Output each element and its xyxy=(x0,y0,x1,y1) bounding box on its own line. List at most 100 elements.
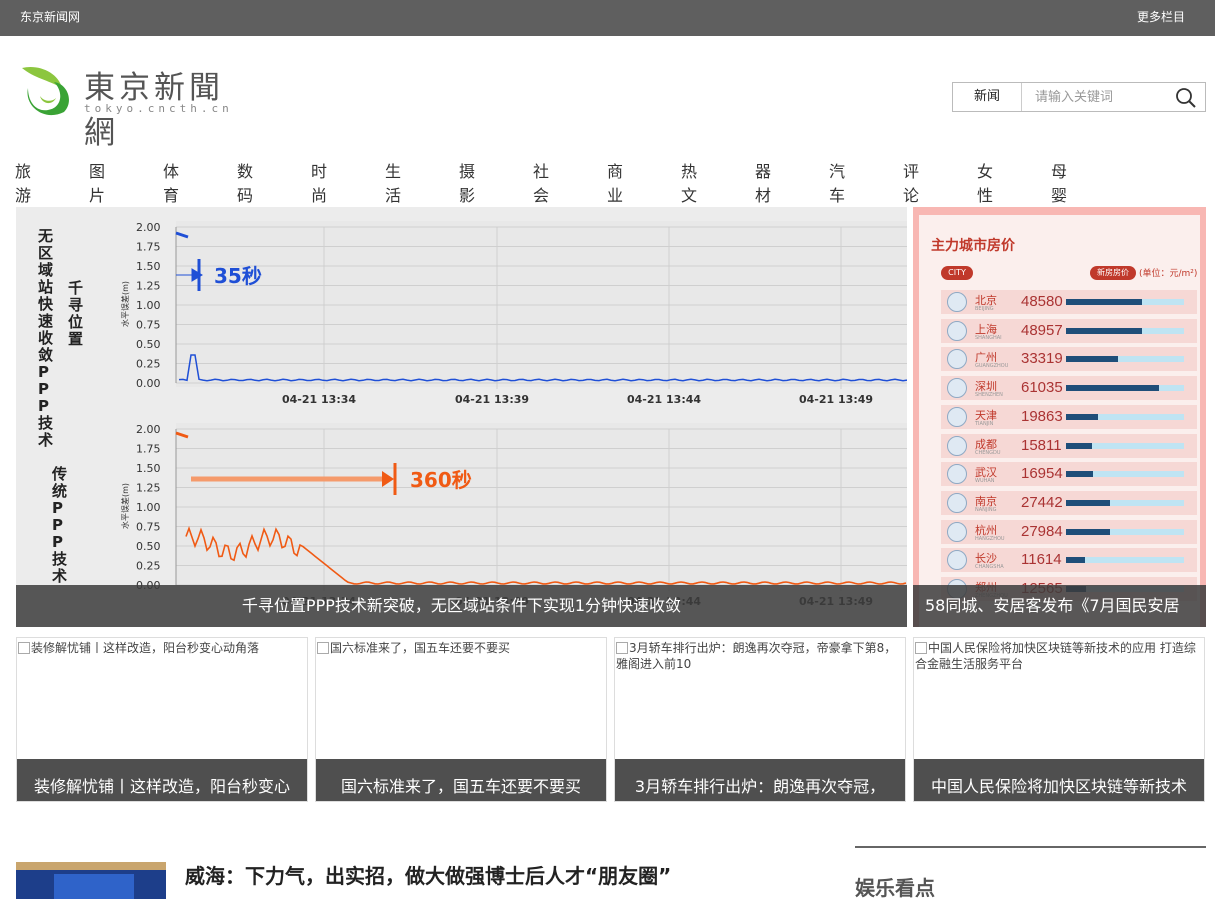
panel-label-top: P xyxy=(38,380,49,398)
nav-item[interactable]: 社会 xyxy=(533,158,549,206)
logo-domain: tokyo.cncth.cn xyxy=(84,102,233,115)
infographic-title: 主力城市房价 xyxy=(931,238,1015,254)
city-name-en: NANJING xyxy=(975,506,997,513)
thumbnail-caption[interactable]: 装修解忧铺丨这样改造，阳台秒变心 xyxy=(17,759,307,801)
panel-label-bottom: P xyxy=(52,533,63,551)
thumbnail-caption[interactable]: 中国人民保险将加快区块链等新技术 xyxy=(914,759,1204,801)
panel-label-bottom: 术 xyxy=(52,567,67,585)
nav-item[interactable]: 时尚 xyxy=(311,158,327,206)
thumbnail-card[interactable]: 中国人民保险将加快区块链等新技术的应用 打造综合金融生活服务平台中国人民保险将加… xyxy=(913,637,1205,802)
broken-image-alt: 中国人民保险将加快区块链等新技术的应用 打造综合金融生活服务平台 xyxy=(915,640,1202,672)
panel-label-top: 术 xyxy=(38,431,53,449)
panel-label-top: P xyxy=(38,397,49,415)
broken-image-icon xyxy=(915,642,927,654)
panel-label-top: 区 xyxy=(38,244,53,262)
panel-label-top: 域 xyxy=(38,261,53,279)
thumbnail-screen xyxy=(54,874,134,899)
city-price-row: 成都 CHENGDU 15811 xyxy=(941,433,1197,458)
y-tick-label: 1.50 xyxy=(136,260,161,273)
side-feature-slide[interactable]: 主力城市房价 CITY 新房房价 (单位：元/m²) 北京 BEIJING 4858… xyxy=(913,207,1206,627)
search-input[interactable] xyxy=(1023,83,1168,111)
image-alt-text: 中国人民保险将加快区块链等新技术的应用 打造综合金融生活服务平台 xyxy=(915,641,1196,671)
nav-item[interactable]: 图片 xyxy=(89,158,105,206)
nav-item[interactable]: 汽车 xyxy=(829,158,845,206)
price-bar-fill xyxy=(1066,356,1118,363)
price-bar-track xyxy=(1066,385,1184,392)
search-category-select[interactable]: 新闻 xyxy=(953,83,1022,111)
y-tick-label: 0.25 xyxy=(136,358,161,371)
city-name-en: GUANGZHOU xyxy=(975,363,1009,370)
image-alt-text: 国六标准来了，国五车还要不要买 xyxy=(330,641,511,655)
y-tick-label: 0.75 xyxy=(136,521,161,534)
headline-link[interactable]: 威海：下力气，出实招，做大做强博士后人才“朋友圈” xyxy=(185,860,671,889)
city-price: 11614 xyxy=(1021,551,1062,569)
city-price: 19863 xyxy=(1021,407,1063,425)
news-thumbnail[interactable] xyxy=(16,862,166,899)
city-name-en: TIANJIN xyxy=(975,420,994,427)
city-price-row: 天津 TIANJIN 19863 xyxy=(941,404,1197,429)
panel-label-top-2: 置 xyxy=(68,330,83,348)
leaf-logo-icon xyxy=(22,66,69,116)
city-price: 27984 xyxy=(1021,522,1063,540)
more-columns-link[interactable]: 更多栏目 xyxy=(1137,8,1185,25)
y-tick-label: 1.25 xyxy=(136,482,161,495)
feature-caption[interactable]: 千寻位置PPP技术新突破，无区域站条件下实现1分钟快速收敛 xyxy=(16,585,907,627)
thumbnail-card[interactable]: 3月轿车排行出炉：朗逸再次夺冠，帝豪拿下第8，雅阁进入前10 3月轿车排行出炉：朗… xyxy=(614,637,906,802)
panel-label-top: 速 xyxy=(38,312,53,330)
thumbnail-card[interactable]: 国六标准来了，国五车还要不要买 国六标准来了，国五车还要不要买 xyxy=(315,637,607,802)
price-bar-track xyxy=(1066,413,1184,420)
y-tick-label: 1.75 xyxy=(136,241,161,254)
thumbnail-ceiling xyxy=(16,862,166,870)
site-name-link[interactable]: 东京新闻网 xyxy=(20,8,80,25)
nav-item[interactable]: 体育 xyxy=(163,158,179,206)
price-bar-fill xyxy=(1066,327,1142,334)
house-price-infographic: 主力城市房价 CITY 新房房价 (单位：元/m²) 北京 BEIJING 4858… xyxy=(919,215,1200,627)
city-price: 16954 xyxy=(1021,465,1063,483)
y-tick-label: 1.00 xyxy=(136,299,161,312)
nav-item[interactable]: 母婴 xyxy=(1051,158,1067,206)
broken-image-alt: 装修解忧铺丨这样改造，阳台秒变心动角落 xyxy=(18,640,305,656)
panel-label-top: 敛 xyxy=(38,346,53,364)
nav-item[interactable]: 热文 xyxy=(681,158,697,206)
thumbnail-caption-text: 国六标准来了，国五车还要不要买 xyxy=(340,777,581,796)
image-alt-text: 3月轿车排行出炉：朗逸再次夺冠，帝豪拿下第8，雅阁进入前10 xyxy=(616,641,897,671)
feature-slide[interactable]: 2.00 1.75 1.50 1.25 1.00 0.75 0.50 0.25 0.00 04-2… xyxy=(16,207,907,627)
side-feature-caption[interactable]: 58同城、安居客发布《7月国民安居 xyxy=(913,585,1206,627)
thumbnail-caption[interactable]: 3月轿车排行出炉：朗逸再次夺冠， xyxy=(615,759,905,801)
panel-label-bottom: P xyxy=(52,516,63,534)
y-axis-label: 水平误差(m) xyxy=(120,281,130,327)
panel-label-top: 无 xyxy=(37,227,53,245)
price-bar-track xyxy=(1066,528,1184,535)
nav-item[interactable]: 评论 xyxy=(903,158,919,206)
broken-image-alt: 国六标准来了，国五车还要不要买 xyxy=(317,640,604,656)
panel-label-top: 站 xyxy=(38,278,53,296)
nav-item[interactable]: 摄影 xyxy=(459,158,475,206)
city-name-en: CHENGDU xyxy=(975,449,1001,456)
price-bar-track xyxy=(1066,557,1184,564)
nav-item[interactable]: 女性 xyxy=(977,158,993,206)
top-bar: 东京新闻网 更多栏目 xyxy=(0,0,1215,36)
thumbnail-caption[interactable]: 国六标准来了，国五车还要不要买 xyxy=(316,759,606,801)
y-tick-label: 1.25 xyxy=(136,280,161,293)
price-bar-track xyxy=(1066,327,1184,334)
search-button[interactable] xyxy=(1175,87,1197,109)
city-landmark-icon xyxy=(947,406,967,427)
y-tick-label: 2.00 xyxy=(136,221,161,234)
price-bar-fill xyxy=(1066,499,1110,506)
site-logo[interactable]: 東京新聞網 tokyo.cncth.cn xyxy=(18,62,248,151)
price-bar-track xyxy=(1066,471,1184,478)
y-axis-label: 水平误差(m) xyxy=(120,483,130,529)
city-name-en: BEIJING xyxy=(975,306,994,312)
nav-item[interactable]: 旅游 xyxy=(15,158,31,206)
price-bar-fill xyxy=(1066,471,1094,478)
y-tick-label: 1.00 xyxy=(136,501,161,514)
price-bar-fill xyxy=(1066,442,1092,449)
thumbnail-card[interactable]: 装修解忧铺丨这样改造，阳台秒变心动角落装修解忧铺丨这样改造，阳台秒变心 xyxy=(16,637,308,802)
city-name-en: SHANGHAI xyxy=(975,334,1002,341)
nav-item[interactable]: 生活 xyxy=(385,158,401,206)
city-price: 48957 xyxy=(1021,321,1063,339)
nav-item[interactable]: 商业 xyxy=(607,158,623,206)
nav-item[interactable]: 数码 xyxy=(237,158,253,206)
nav-item[interactable]: 器材 xyxy=(755,158,771,206)
city-price: 33319 xyxy=(1021,350,1063,368)
